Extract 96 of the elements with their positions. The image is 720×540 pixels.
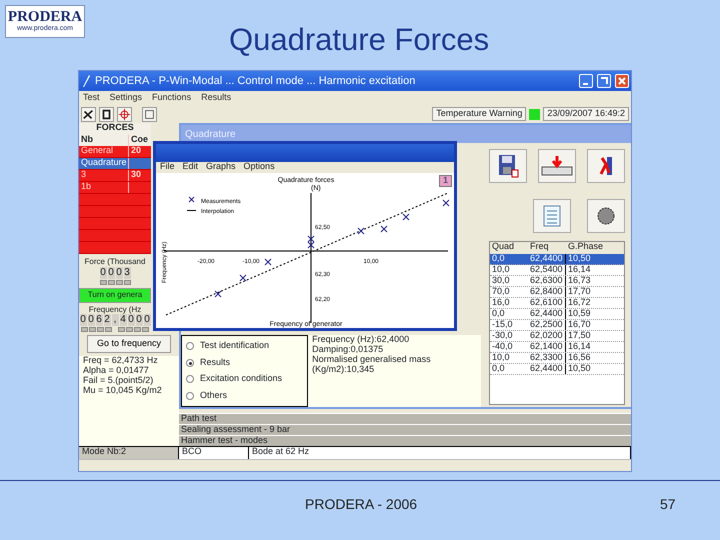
radio-label: Excitation conditions <box>200 374 282 384</box>
menu-item[interactable]: Graphs <box>206 162 236 173</box>
table-row[interactable]: -15,0 62,2500 16,70 <box>490 320 624 331</box>
digit-cell[interactable]: 0 <box>80 314 86 326</box>
empty-table-row <box>79 206 151 218</box>
table-row[interactable]: -30,0 62,0200 17,50 <box>490 331 624 342</box>
digit-cell[interactable]: 3 <box>124 266 130 279</box>
digit-cell[interactable]: , <box>112 314 118 326</box>
close-button[interactable] <box>615 74 629 88</box>
datetime-label: 23/09/2007 16:49:2 <box>543 107 629 121</box>
column-header: Coe <box>130 135 150 146</box>
log-row: Path test <box>179 413 631 424</box>
field-label: Force (Thousand <box>84 258 146 267</box>
table-row[interactable]: 0,0 62,4400 10,50 <box>490 364 624 375</box>
table-row[interactable]: 70,0 62,8400 17,70 <box>490 287 624 298</box>
slide-footer: PRODERA - 2006 <box>305 494 418 515</box>
window-icon[interactable] <box>142 106 157 122</box>
floppy-icon <box>497 154 519 178</box>
go-to-frequency-button[interactable]: Go to frequency <box>87 335 171 354</box>
digit-cell[interactable]: 4 <box>120 314 126 326</box>
spin-buttons[interactable] <box>79 327 151 332</box>
column-header: G.Phase <box>567 242 604 253</box>
table-row[interactable]: 0,0 62,4400 10,50 <box>490 254 624 265</box>
menu-item[interactable]: Edit <box>182 162 198 173</box>
status-label: Temperature Warning <box>432 107 526 121</box>
table-row[interactable]: 30,0 62,6300 16,73 <box>490 276 624 287</box>
table-row[interactable]: 16,0 62,6100 16,72 <box>490 298 624 309</box>
empty-table-row <box>79 230 151 242</box>
menu-item[interactable]: File <box>160 162 175 173</box>
log-row: Sealing assessment - 9 bar <box>179 424 631 435</box>
empty-table-row <box>79 194 151 206</box>
status-field: Mode Nb:2 <box>79 447 179 459</box>
crosshair-icon[interactable] <box>117 106 132 122</box>
log-row: Hammer test - modes <box>179 435 631 446</box>
menu-item[interactable]: Options <box>244 162 275 173</box>
minimize-button[interactable] <box>579 74 593 88</box>
digit-cell[interactable]: 0 <box>108 266 114 279</box>
legend-line-icon <box>186 210 196 211</box>
page-number: 57 <box>660 495 676 514</box>
settings-button[interactable] <box>587 199 625 233</box>
radio-button[interactable] <box>186 392 194 400</box>
legend-marker-icon <box>188 196 194 202</box>
table-row[interactable]: -40,0 62,1400 16,14 <box>490 342 624 353</box>
tool-icon[interactable] <box>81 106 96 122</box>
radio-button[interactable] <box>186 358 194 367</box>
digit-cell[interactable]: 6 <box>96 314 102 326</box>
table-row[interactable]: 0,0 62,4400 10,59 <box>490 309 624 320</box>
download-button[interactable] <box>538 149 576 183</box>
menu-item[interactable]: Results <box>201 93 232 103</box>
radio-label: Others <box>200 390 228 401</box>
save-button[interactable] <box>489 149 527 183</box>
exit-button[interactable] <box>587 149 625 183</box>
device-arrow-icon <box>541 155 573 177</box>
table-title: FORCES <box>79 123 151 135</box>
table-row[interactable]: 10,0 62,5400 16,14 <box>490 265 624 276</box>
logo-name: PRODERA <box>8 10 82 26</box>
digit-cell[interactable]: 0 <box>88 314 94 326</box>
graph-badge: 1 <box>438 175 452 187</box>
info-text: Damping:0,01375 <box>312 344 384 355</box>
menu-item[interactable]: Test <box>83 93 100 103</box>
digit-cell[interactable]: 0 <box>100 266 106 279</box>
radio-button[interactable] <box>186 375 194 384</box>
info-text: Frequency (Hz):62,4000 <box>312 335 410 345</box>
maximize-icon <box>600 77 608 85</box>
empty-table-row <box>79 218 151 230</box>
table-row[interactable]: 10,0 62,3300 16,56 <box>490 353 624 364</box>
notepad-icon <box>543 205 561 227</box>
radio-label: Test identification <box>200 341 270 352</box>
digit-cell[interactable]: 2 <box>104 314 110 326</box>
result-text: Freq = 62,4733 Hz <box>83 356 159 366</box>
table-row[interactable]: Quadrature <box>79 158 151 170</box>
info-text: Normalised generalised mass (Kg/m2):10,345 <box>312 354 432 375</box>
radio-button[interactable] <box>186 342 194 350</box>
digit-cell[interactable]: 0 <box>128 314 134 326</box>
close-icon <box>618 77 626 85</box>
digit-cell[interactable]: 0 <box>144 314 150 326</box>
maximize-button[interactable] <box>597 74 611 88</box>
digit-cell[interactable]: 0 <box>136 314 142 326</box>
window-title: PRODERA - P-Win-Modal ... Control mode ... Harmonic excitation <box>95 74 416 88</box>
column-header: Freq <box>529 242 550 253</box>
result-text: Mu = 10,045 Kg/m2 <box>83 386 163 396</box>
empty-table-row <box>79 242 151 254</box>
field-label: Frequency (Hz <box>88 306 142 314</box>
result-text: Fail = 5.(point5/2) <box>83 376 154 386</box>
menu-item[interactable]: Settings <box>110 93 142 103</box>
tool-icon[interactable] <box>99 106 114 122</box>
result-text: Alpha = 0,01477 <box>83 366 150 376</box>
notes-button[interactable] <box>533 199 571 233</box>
menu-item[interactable]: Functions <box>152 93 192 103</box>
app-icon <box>81 74 91 88</box>
slide-title: Quadrature Forces <box>229 24 490 55</box>
window-title: Quadrature <box>181 125 631 143</box>
generator-button[interactable]: Turn on genera <box>79 288 151 303</box>
digit-cell[interactable]: 0 <box>116 266 122 279</box>
column-header: Quad <box>491 242 516 253</box>
radio-label: Results <box>200 358 230 368</box>
